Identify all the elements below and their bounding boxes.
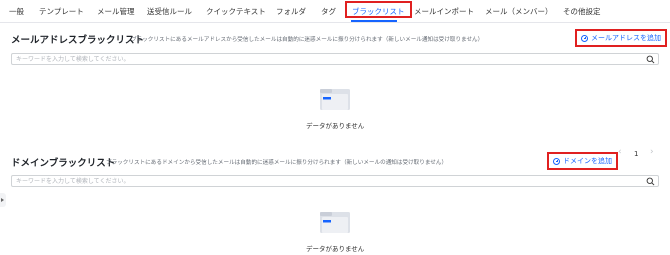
tab-blacklist[interactable]: ブラックリスト xyxy=(345,1,412,18)
tab-quick-text[interactable]: クイックテキスト xyxy=(206,6,266,17)
plus-circle-icon xyxy=(581,34,588,42)
tab-templates[interactable]: テンプレート xyxy=(39,6,84,17)
empty-folder-icon xyxy=(320,89,350,110)
tab-mail-import[interactable]: メールインポート xyxy=(414,6,474,17)
add-domain-label: ドメインを追加 xyxy=(563,157,612,165)
search-icon[interactable] xyxy=(646,177,655,186)
add-domain-button[interactable]: ドメインを追加 xyxy=(547,152,618,170)
domain-search-field[interactable] xyxy=(11,175,659,187)
chevron-right-icon[interactable]: › xyxy=(650,147,654,157)
tab-general[interactable]: 一般 xyxy=(9,6,24,17)
email-blacklist-description: ブラックリストにあるメールアドレスから受信したメールは自動的に迷惑メールに振り分… xyxy=(131,37,484,43)
tab-mail-members[interactable]: メール（メンバー） xyxy=(485,6,553,17)
tab-mail-management[interactable]: メール管理 xyxy=(97,6,135,17)
page-number[interactable]: 1 xyxy=(634,150,638,158)
domain-empty-text: データがありません xyxy=(306,245,365,253)
add-email-address-button[interactable]: メールアドレスを追加 xyxy=(575,29,667,47)
email-search-field[interactable] xyxy=(11,53,659,65)
domain-blacklist-title: ドメインブラックリスト xyxy=(11,158,116,169)
empty-folder-icon xyxy=(320,212,350,233)
search-icon[interactable] xyxy=(646,55,655,64)
settings-tabs: 一般 テンプレート メール管理 送受信ルール クイックテキスト フォルダ タグ … xyxy=(0,0,670,23)
chevron-left-icon[interactable]: ‹ xyxy=(618,147,622,157)
email-blacklist-title: メールアドレスブラックリスト xyxy=(11,35,145,46)
plus-circle-icon xyxy=(553,157,560,165)
tab-send-receive-rules[interactable]: 送受信ルール xyxy=(147,6,192,17)
active-tab-indicator xyxy=(351,20,397,22)
domain-search-input[interactable] xyxy=(16,176,636,186)
tab-tags[interactable]: タグ xyxy=(321,6,336,17)
sidebar-expand-toggle[interactable] xyxy=(0,193,6,207)
email-empty-text: データがありません xyxy=(306,122,365,130)
add-email-address-label: メールアドレスを追加 xyxy=(591,34,661,42)
tab-other-settings[interactable]: その他設定 xyxy=(563,6,601,17)
domain-blacklist-description: ブラックリストにあるドメインから受信したメールは自動的に迷惑メールに振り分けられ… xyxy=(106,160,448,166)
tab-folders[interactable]: フォルダ xyxy=(276,6,306,17)
email-search-input[interactable] xyxy=(16,54,636,64)
